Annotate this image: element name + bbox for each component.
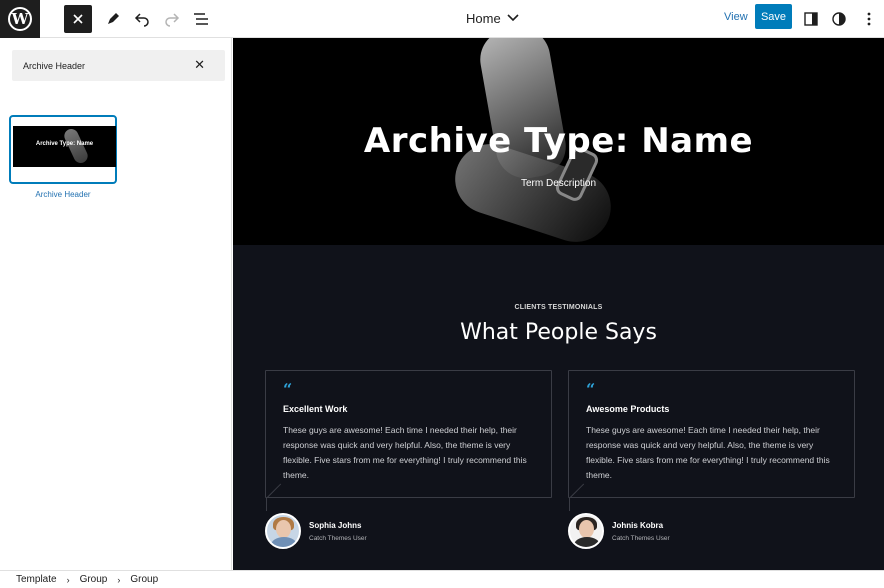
testimonial-author: Johnis Kobra Catch Themes User <box>568 513 670 549</box>
wordpress-logo-icon: W <box>8 7 32 31</box>
editor-canvas[interactable]: Archive Type: Name Term Description CLIE… <box>233 38 884 570</box>
card-pointer <box>266 497 280 511</box>
author-name: Sophia Johns <box>309 520 362 530</box>
author-role: Catch Themes User <box>309 534 367 542</box>
testimonials-heading[interactable]: What People Says <box>233 320 884 345</box>
wordpress-logo-button[interactable]: W <box>0 0 40 38</box>
testimonial-text: These guys are awesome! Each time I need… <box>586 425 830 480</box>
testimonial-text: These guys are awesome! Each time I need… <box>283 425 527 480</box>
tools-button[interactable] <box>99 5 127 33</box>
site-editor: W Home View Save Archive Header ✕ Archiv… <box>0 0 884 588</box>
avatar <box>265 513 301 549</box>
breadcrumb-item-group[interactable]: Group <box>130 574 158 585</box>
options-menu-button[interactable] <box>855 5 883 33</box>
testimonial-author: Sophia Johns Catch Themes User <box>265 513 367 549</box>
archive-title[interactable]: Archive Type: Name <box>233 121 884 161</box>
breadcrumb-separator-icon: › <box>66 574 70 585</box>
breadcrumb-separator-icon: › <box>117 574 121 585</box>
testimonial-title: Awesome Products <box>586 404 670 414</box>
testimonials-subtitle[interactable]: CLIENTS TESTIMONIALS <box>233 304 884 311</box>
testimonial-card[interactable]: “ Excellent Work These guys are awesome!… <box>265 370 552 511</box>
card-pointer <box>569 497 583 511</box>
pencil-icon <box>108 13 119 24</box>
author-role: Catch Themes User <box>612 534 670 542</box>
pattern-preview-archive-header[interactable]: Archive Type: Name <box>9 115 117 184</box>
styles-button[interactable] <box>825 5 853 33</box>
avatar-face <box>276 520 291 538</box>
redo-button[interactable] <box>158 5 186 33</box>
author-meta: Johnis Kobra Catch Themes User <box>612 521 670 542</box>
search-input-value: Archive Header <box>23 60 86 71</box>
list-view-icon <box>194 13 208 25</box>
document-title-dropdown[interactable]: Home <box>466 8 519 28</box>
pattern-thumbnail: Archive Type: Name <box>13 126 116 167</box>
half-circle-styles-icon <box>832 12 846 26</box>
quote-icon: “ <box>586 380 596 399</box>
close-icon <box>73 14 83 24</box>
save-button[interactable]: Save <box>755 4 792 29</box>
undo-button[interactable] <box>128 5 156 33</box>
author-meta: Sophia Johns Catch Themes User <box>309 521 367 542</box>
pattern-search-input[interactable]: Archive Header ✕ <box>12 50 225 81</box>
chevron-down-icon <box>507 14 519 22</box>
sidebar-toggle-icon <box>804 12 818 26</box>
term-description[interactable]: Term Description <box>233 178 884 189</box>
avatar <box>568 513 604 549</box>
settings-sidebar-button[interactable] <box>797 5 825 33</box>
avatar-face <box>579 520 594 538</box>
breadcrumb-item-group[interactable]: Group <box>80 574 108 585</box>
block-breadcrumb: Template › Group › Group <box>0 570 884 588</box>
author-name: Johnis Kobra <box>612 520 664 530</box>
breadcrumb-item-template[interactable]: Template <box>16 574 57 585</box>
thumbnail-title: Archive Type: Name <box>35 141 94 147</box>
clear-search-icon[interactable]: ✕ <box>194 57 205 73</box>
avatar-body <box>271 537 297 547</box>
document-overview-button[interactable] <box>187 5 215 33</box>
quote-icon: “ <box>283 380 293 399</box>
view-button[interactable]: View <box>724 11 748 23</box>
editor-toolbar: W Home View Save <box>0 0 884 38</box>
document-title: Home <box>466 10 501 26</box>
pattern-inserter-panel: Archive Header ✕ Archive Type: Name Arch… <box>0 38 232 570</box>
testimonial-title: Excellent Work <box>283 404 348 414</box>
close-inserter-button[interactable] <box>64 5 92 33</box>
archive-header-cover[interactable]: Archive Type: Name Term Description <box>233 38 884 245</box>
redo-icon <box>165 13 180 27</box>
testimonial-card[interactable]: “ Awesome Products These guys are awesom… <box>568 370 855 511</box>
more-vertical-icon <box>867 12 871 26</box>
avatar-body <box>574 537 600 547</box>
pattern-label[interactable]: Archive Header <box>9 190 117 199</box>
undo-icon <box>134 13 149 27</box>
